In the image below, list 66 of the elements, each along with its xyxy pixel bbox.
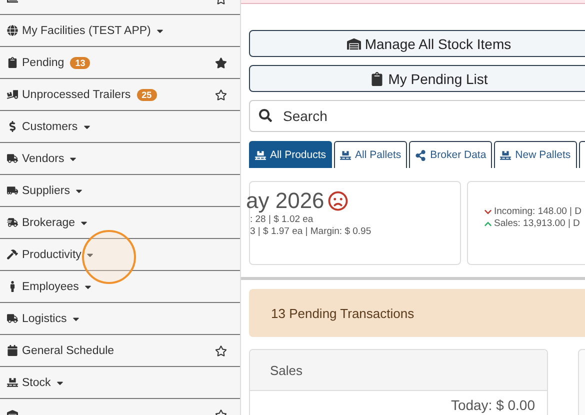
tab[interactable]: All Products (249, 141, 332, 168)
star-icon[interactable] (215, 88, 227, 100)
sidebar-item[interactable]: Vendors (0, 143, 240, 175)
count-badge: 13 (70, 56, 90, 68)
chevron-down-icon (484, 208, 492, 216)
card-stat: Sales: 13,913.00 | D (494, 218, 580, 230)
card-stat: Incoming: 148.00 | D (494, 206, 582, 218)
sidebar-item[interactable]: Productivity (0, 239, 240, 271)
pallet-icon (500, 150, 512, 160)
card-stat: : 28 | $ 1.02 ea (250, 214, 314, 226)
share-icon (415, 150, 426, 160)
pallet-icon (255, 150, 266, 160)
panel-value: Today: $ 0.00 (450, 397, 535, 413)
pallet-icon (340, 150, 352, 160)
card-title: ay 2026 (246, 188, 324, 214)
panel-title: Sales (270, 362, 303, 378)
action-button[interactable]: My Pending List (249, 65, 585, 92)
pallet-icon (7, 377, 18, 388)
truck-icon (7, 89, 18, 100)
clipboard-icon (370, 72, 384, 86)
count-badge: 25 (136, 88, 157, 100)
search-icon (259, 109, 272, 122)
sidebar-item-label: Stock (22, 376, 51, 388)
sidebar-item-label: Suppliers (22, 184, 70, 196)
globe-icon (7, 25, 18, 36)
sidebar-item[interactable]: Stock (0, 367, 240, 399)
sidebar-item[interactable]: My Facilities (TEST APP) (0, 15, 240, 47)
sidebar-item[interactable]: General Schedule (0, 335, 240, 367)
warehouse-icon (346, 36, 361, 50)
hammer-icon (7, 249, 18, 260)
sidebar-item[interactable]: Suppliers (0, 175, 240, 207)
clipboard-icon (7, 57, 18, 68)
sidebar-item[interactable]: Customers (0, 111, 240, 143)
sidebar-item-label: Unprocessed Trailers (22, 88, 131, 100)
sidebar-item[interactable]: Brokerage (0, 207, 240, 239)
tab[interactable]: New Pallets (494, 141, 577, 168)
calendar-icon (7, 345, 18, 356)
truck-icon (7, 313, 18, 324)
sidebar-item-label: My Facilities (TEST APP) (22, 24, 151, 36)
action-button[interactable]: Manage All Stock Items (249, 30, 585, 57)
sidebar-item-label: Employees (22, 280, 79, 292)
truck-icon (7, 153, 18, 164)
sidebar-item-label: Vendors (22, 152, 64, 164)
search-field[interactable]: Search (249, 100, 585, 132)
click-indicator (82, 230, 136, 284)
tab[interactable]: All Pallets (334, 141, 408, 168)
truck-icon (7, 217, 18, 228)
sidebar-item-label: Productivity (22, 248, 82, 260)
dollar-icon (7, 121, 18, 132)
sidebar-item-label: Pending (22, 56, 64, 68)
star-icon[interactable] (215, 344, 227, 356)
sidebar-item-label: Logistics (22, 312, 67, 324)
sidebar-item[interactable]: Unprocessed Trailers 25 (0, 79, 240, 111)
pending-alert: 13 Pending Transactions (249, 289, 585, 337)
tab[interactable]: Broker Data (409, 141, 492, 168)
star-icon[interactable] (215, 56, 227, 68)
card-stat: 3 | $ 1.97 ea | Margin: $ 0.95 (250, 226, 372, 238)
sidebar-item-label: General Schedule (22, 344, 114, 356)
chevron-up-icon (484, 220, 492, 228)
truck-icon (7, 185, 18, 196)
sidebar-item[interactable]: Logistics (0, 303, 240, 335)
frown-icon (328, 191, 348, 211)
sidebar-item-label: Brokerage (22, 216, 76, 228)
sidebar-item[interactable]: Pending 13 (0, 47, 240, 79)
sidebar-item[interactable]: Employees (0, 271, 240, 303)
sidebar-item-label: Customers (22, 120, 78, 132)
